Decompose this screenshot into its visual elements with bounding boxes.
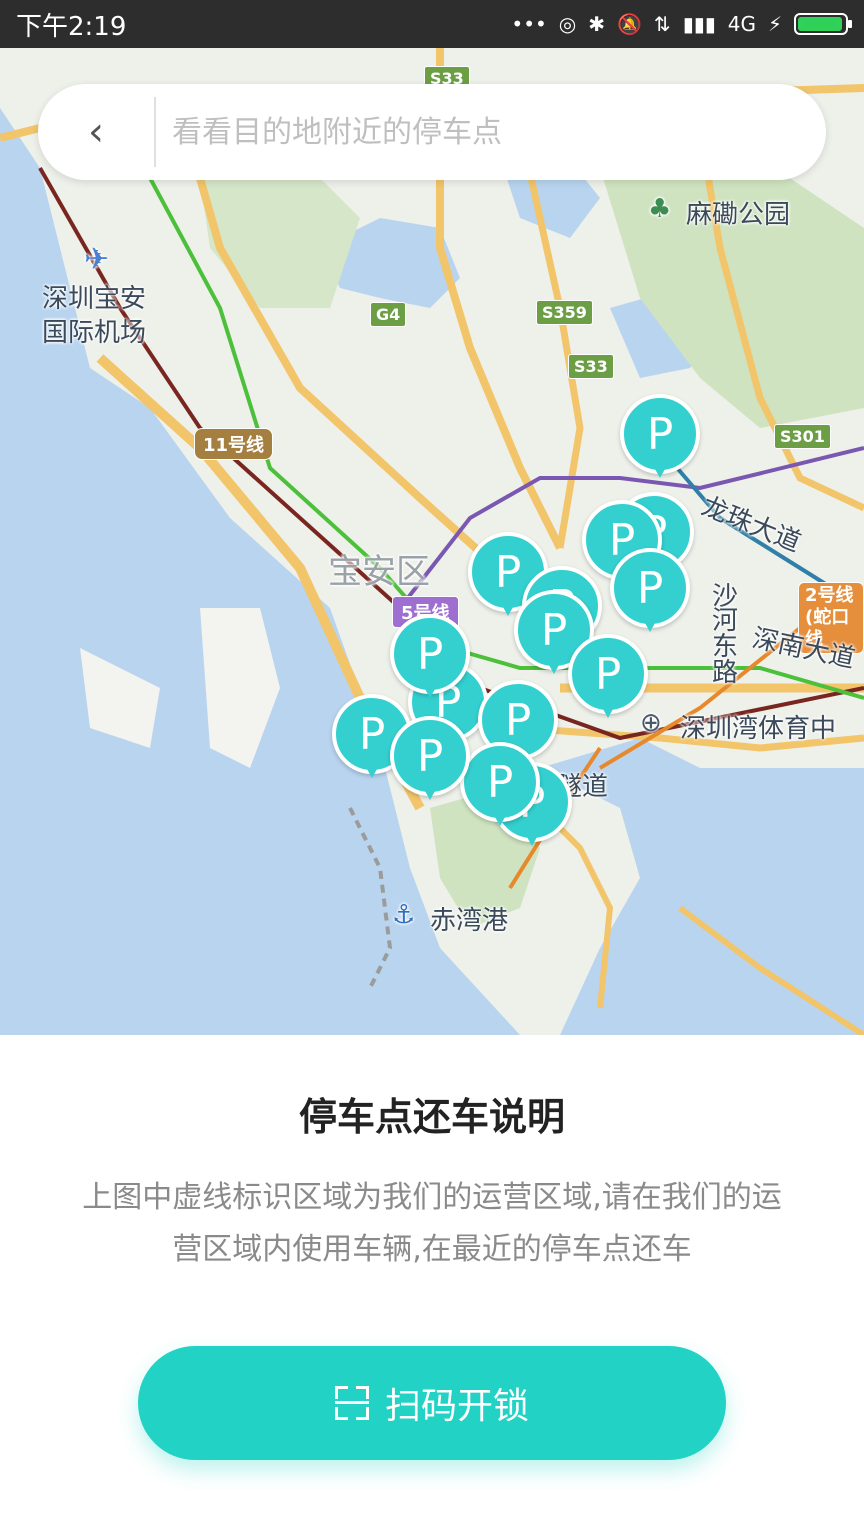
road-tag-g4: G4 [370, 302, 407, 327]
status-time: 下午2:19 [16, 11, 127, 42]
airport-label-line2: 国际机场 [42, 318, 147, 348]
road-label-shahe-4: 路 [712, 658, 739, 688]
parking-pin[interactable]: P [610, 548, 690, 640]
chevron-left-icon: ‹ [88, 109, 104, 155]
park-icon: ♣ [648, 194, 672, 224]
scan-unlock-button[interactable]: 扫码开锁 [138, 1346, 726, 1460]
panel-title: 停车点还车说明 [298, 1095, 565, 1139]
scan-unlock-label: 扫码开锁 [384, 1385, 529, 1426]
stadium-label: 深圳湾体育中 [680, 714, 837, 744]
parking-pin[interactable]: P [390, 614, 470, 706]
parking-pin[interactable]: P [568, 634, 648, 726]
network-type: 4G [727, 12, 756, 36]
scan-icon [334, 1386, 369, 1420]
status-bar: 下午2:19 ••• ◎ ✱ 🔕 ⇅ ▮▮▮ 4G ⚡ [0, 0, 864, 48]
bluetooth-icon: ✱ [588, 12, 606, 36]
signal-icon: ▮▮▮ [682, 12, 716, 36]
port-label: 赤湾港 [430, 906, 509, 936]
road-tag-s359: S359 [536, 300, 593, 325]
parking-pin[interactable]: P [620, 394, 700, 486]
park-label: 麻磡公园 [686, 200, 791, 230]
more-icon: ••• [511, 12, 547, 36]
port-icon: ⚓ [392, 900, 416, 930]
mute-icon: 🔕 [617, 12, 642, 36]
status-icons: ••• ◎ ✱ 🔕 ⇅ ▮▮▮ 4G ⚡ [511, 12, 852, 36]
search-divider [154, 97, 156, 167]
back-button[interactable]: ‹ [38, 84, 154, 180]
district-label: 宝安区 [328, 552, 430, 592]
sync-icon: ◎ [558, 12, 577, 36]
metro-line-2-label: 2号线 [805, 585, 854, 606]
airport-icon: ✈ [84, 242, 110, 277]
battery-icon [794, 13, 852, 35]
destination-search-input[interactable] [170, 113, 774, 151]
search-bar: ‹ [38, 84, 826, 180]
panel-description: 上图中虚线标识区域为我们的运营区域,请在我们的运营区域内使用车辆,在最近的停车点… [82, 1180, 782, 1267]
data-transfer-icon: ⇅ [653, 12, 671, 36]
airport-label-line1: 深圳宝安 [42, 284, 147, 314]
parking-pin[interactable]: P [460, 742, 540, 834]
parking-pin[interactable]: P [390, 716, 470, 808]
road-tag-s33-mid: S33 [568, 354, 614, 379]
map-view[interactable]: S33 G4 S359 S33 S301 11号线 5号线 2号线 (蛇口线 ✈… [0, 48, 864, 1035]
road-tag-s301: S301 [774, 424, 831, 449]
metro-line-11-tag: 11号线 [194, 428, 274, 460]
charging-icon: ⚡ [767, 12, 782, 36]
